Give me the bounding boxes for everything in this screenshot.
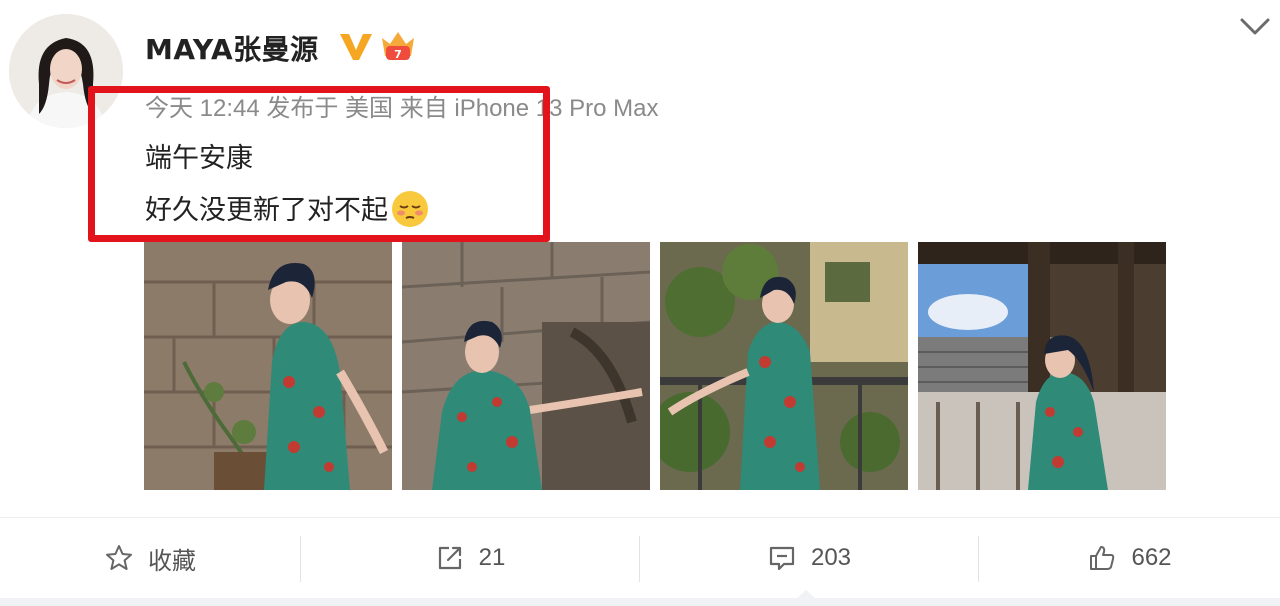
favorite-button[interactable]: 收藏 [0,518,300,598]
photo-2[interactable] [402,242,650,490]
crown-badge-icon[interactable]: 7 [378,28,418,66]
comment-button[interactable]: 203 [640,518,978,598]
photo-4[interactable] [918,242,1166,490]
post-text-line-2-text: 好久没更新了对不起 [145,195,388,226]
post-text-line-1: 端午安康 [145,143,253,174]
star-icon [106,545,132,570]
username[interactable]: MAYA张曼源 [145,28,319,68]
repost-count: 21 [478,544,506,571]
bottom-bar [0,598,1280,606]
weibo-post: MAYA张曼源 7 今天 12:44 发布于 美国 来自 iPhone 13 P… [0,0,1280,606]
comment-pointer [796,590,816,599]
verified-v-icon [340,34,372,60]
repost-icon [438,546,461,570]
action-bar: 收藏 21 203 662 [0,518,1280,598]
thumbs-up-icon [1090,546,1115,570]
photo-1[interactable] [144,242,392,490]
emoji-icon [392,190,428,227]
like-count: 662 [1131,544,1172,571]
favorite-label: 收藏 [148,547,196,575]
post-text-line-2: 好久没更新了对不起 [145,188,430,229]
comment-count: 203 [810,544,852,571]
comment-icon [769,546,795,571]
svg-text:7: 7 [394,48,402,61]
repost-button[interactable]: 21 [301,518,639,598]
avatar[interactable] [9,14,123,128]
post-meta: 今天 12:44 发布于 美国 来自 iPhone 13 Pro Max [145,95,659,122]
like-button[interactable]: 662 [979,518,1280,598]
chevron-down-icon[interactable] [1238,14,1272,40]
photo-3[interactable] [660,242,908,490]
